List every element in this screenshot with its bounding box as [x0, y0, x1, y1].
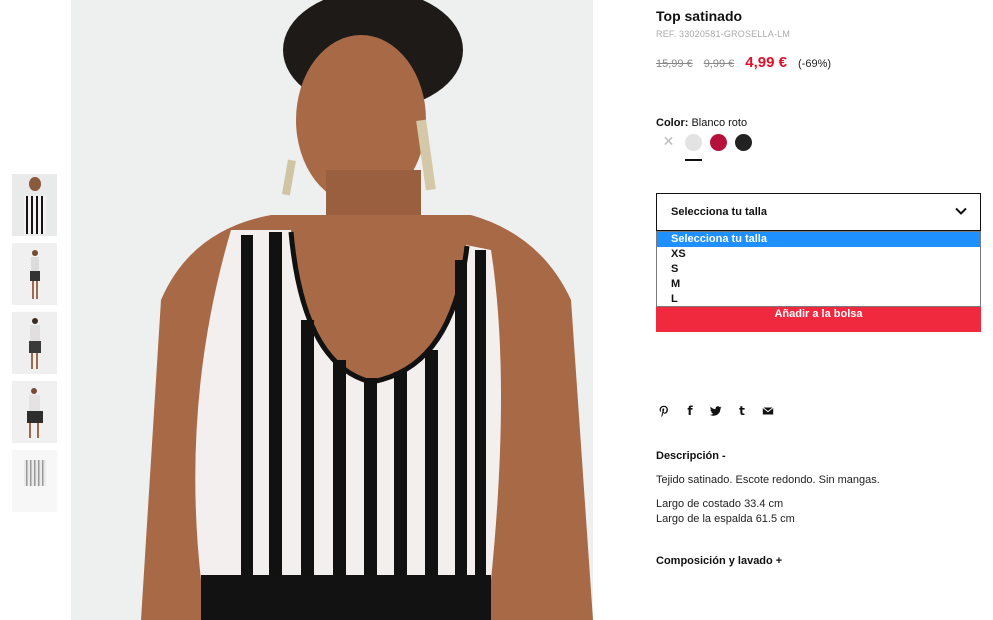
swatch-blanco-roto[interactable]: [685, 134, 702, 151]
product-title: Top satinado: [656, 8, 743, 24]
thumbnail-image: [12, 243, 57, 305]
price-current: 4,99 €: [745, 54, 788, 71]
twitter-icon[interactable]: [710, 404, 722, 417]
thumbnail-list: [12, 174, 57, 519]
facebook-icon[interactable]: f: [684, 404, 696, 418]
size-option[interactable]: L: [657, 292, 980, 307]
description-toggle[interactable]: Descripción -: [656, 450, 726, 462]
color-label-key: Color:: [656, 117, 689, 129]
discount-badge: (-69%): [798, 58, 832, 70]
pinterest-icon[interactable]: [658, 404, 670, 417]
color-swatches: ✕: [660, 134, 760, 151]
thumbnail-image: [12, 381, 57, 443]
color-value: Blanco roto: [691, 117, 748, 129]
thumbnail-1[interactable]: [12, 174, 57, 236]
model-photo: [71, 0, 593, 620]
unavailable-color-icon[interactable]: ✕: [660, 134, 677, 151]
thumbnail-2[interactable]: [12, 243, 57, 305]
add-to-bag-button[interactable]: Añadir a la bolsa: [656, 307, 981, 332]
swatch-grosella[interactable]: [710, 134, 727, 151]
price-row: 15,99 € 9,99 € 4,99 € (-69%): [656, 54, 831, 71]
size-option[interactable]: Selecciona tu talla: [657, 232, 980, 247]
thumbnail-image: [12, 312, 57, 374]
size-dropdown-list: Selecciona tu talla XS S M L: [656, 231, 981, 307]
chevron-down-icon: [955, 207, 967, 215]
size-select-value: Selecciona tu talla: [671, 206, 767, 218]
composition-toggle[interactable]: Composición y lavado +: [656, 555, 782, 567]
thumbnail-image: [12, 174, 57, 236]
swatch-negro[interactable]: [735, 134, 752, 151]
thumbnail-3[interactable]: [12, 312, 57, 374]
size-option[interactable]: XS: [657, 247, 980, 262]
description-text: Tejido satinado. Escote redondo. Sin man…: [656, 474, 880, 486]
measure-back-length: Largo de la espalda 61.5 cm: [656, 513, 795, 525]
size-option[interactable]: S: [657, 262, 980, 277]
email-icon[interactable]: [762, 404, 774, 417]
tumblr-icon[interactable]: t: [736, 404, 748, 418]
thumbnail-image: [12, 450, 57, 512]
price-previous: 9,99 €: [703, 58, 735, 70]
product-main-image[interactable]: [71, 0, 593, 620]
thumbnail-5[interactable]: [12, 450, 57, 512]
social-share: f t: [658, 404, 788, 418]
size-option[interactable]: M: [657, 277, 980, 292]
price-original: 15,99 €: [656, 58, 693, 70]
selected-swatch-indicator: [685, 159, 702, 161]
thumbnail-4[interactable]: [12, 381, 57, 443]
measure-side-length: Largo de costado 33.4 cm: [656, 498, 784, 510]
product-ref: REF. 33020581-GROSELLA-LM: [656, 29, 791, 39]
color-label: Color: Blanco roto: [656, 117, 747, 129]
size-select[interactable]: Selecciona tu talla: [656, 193, 981, 231]
